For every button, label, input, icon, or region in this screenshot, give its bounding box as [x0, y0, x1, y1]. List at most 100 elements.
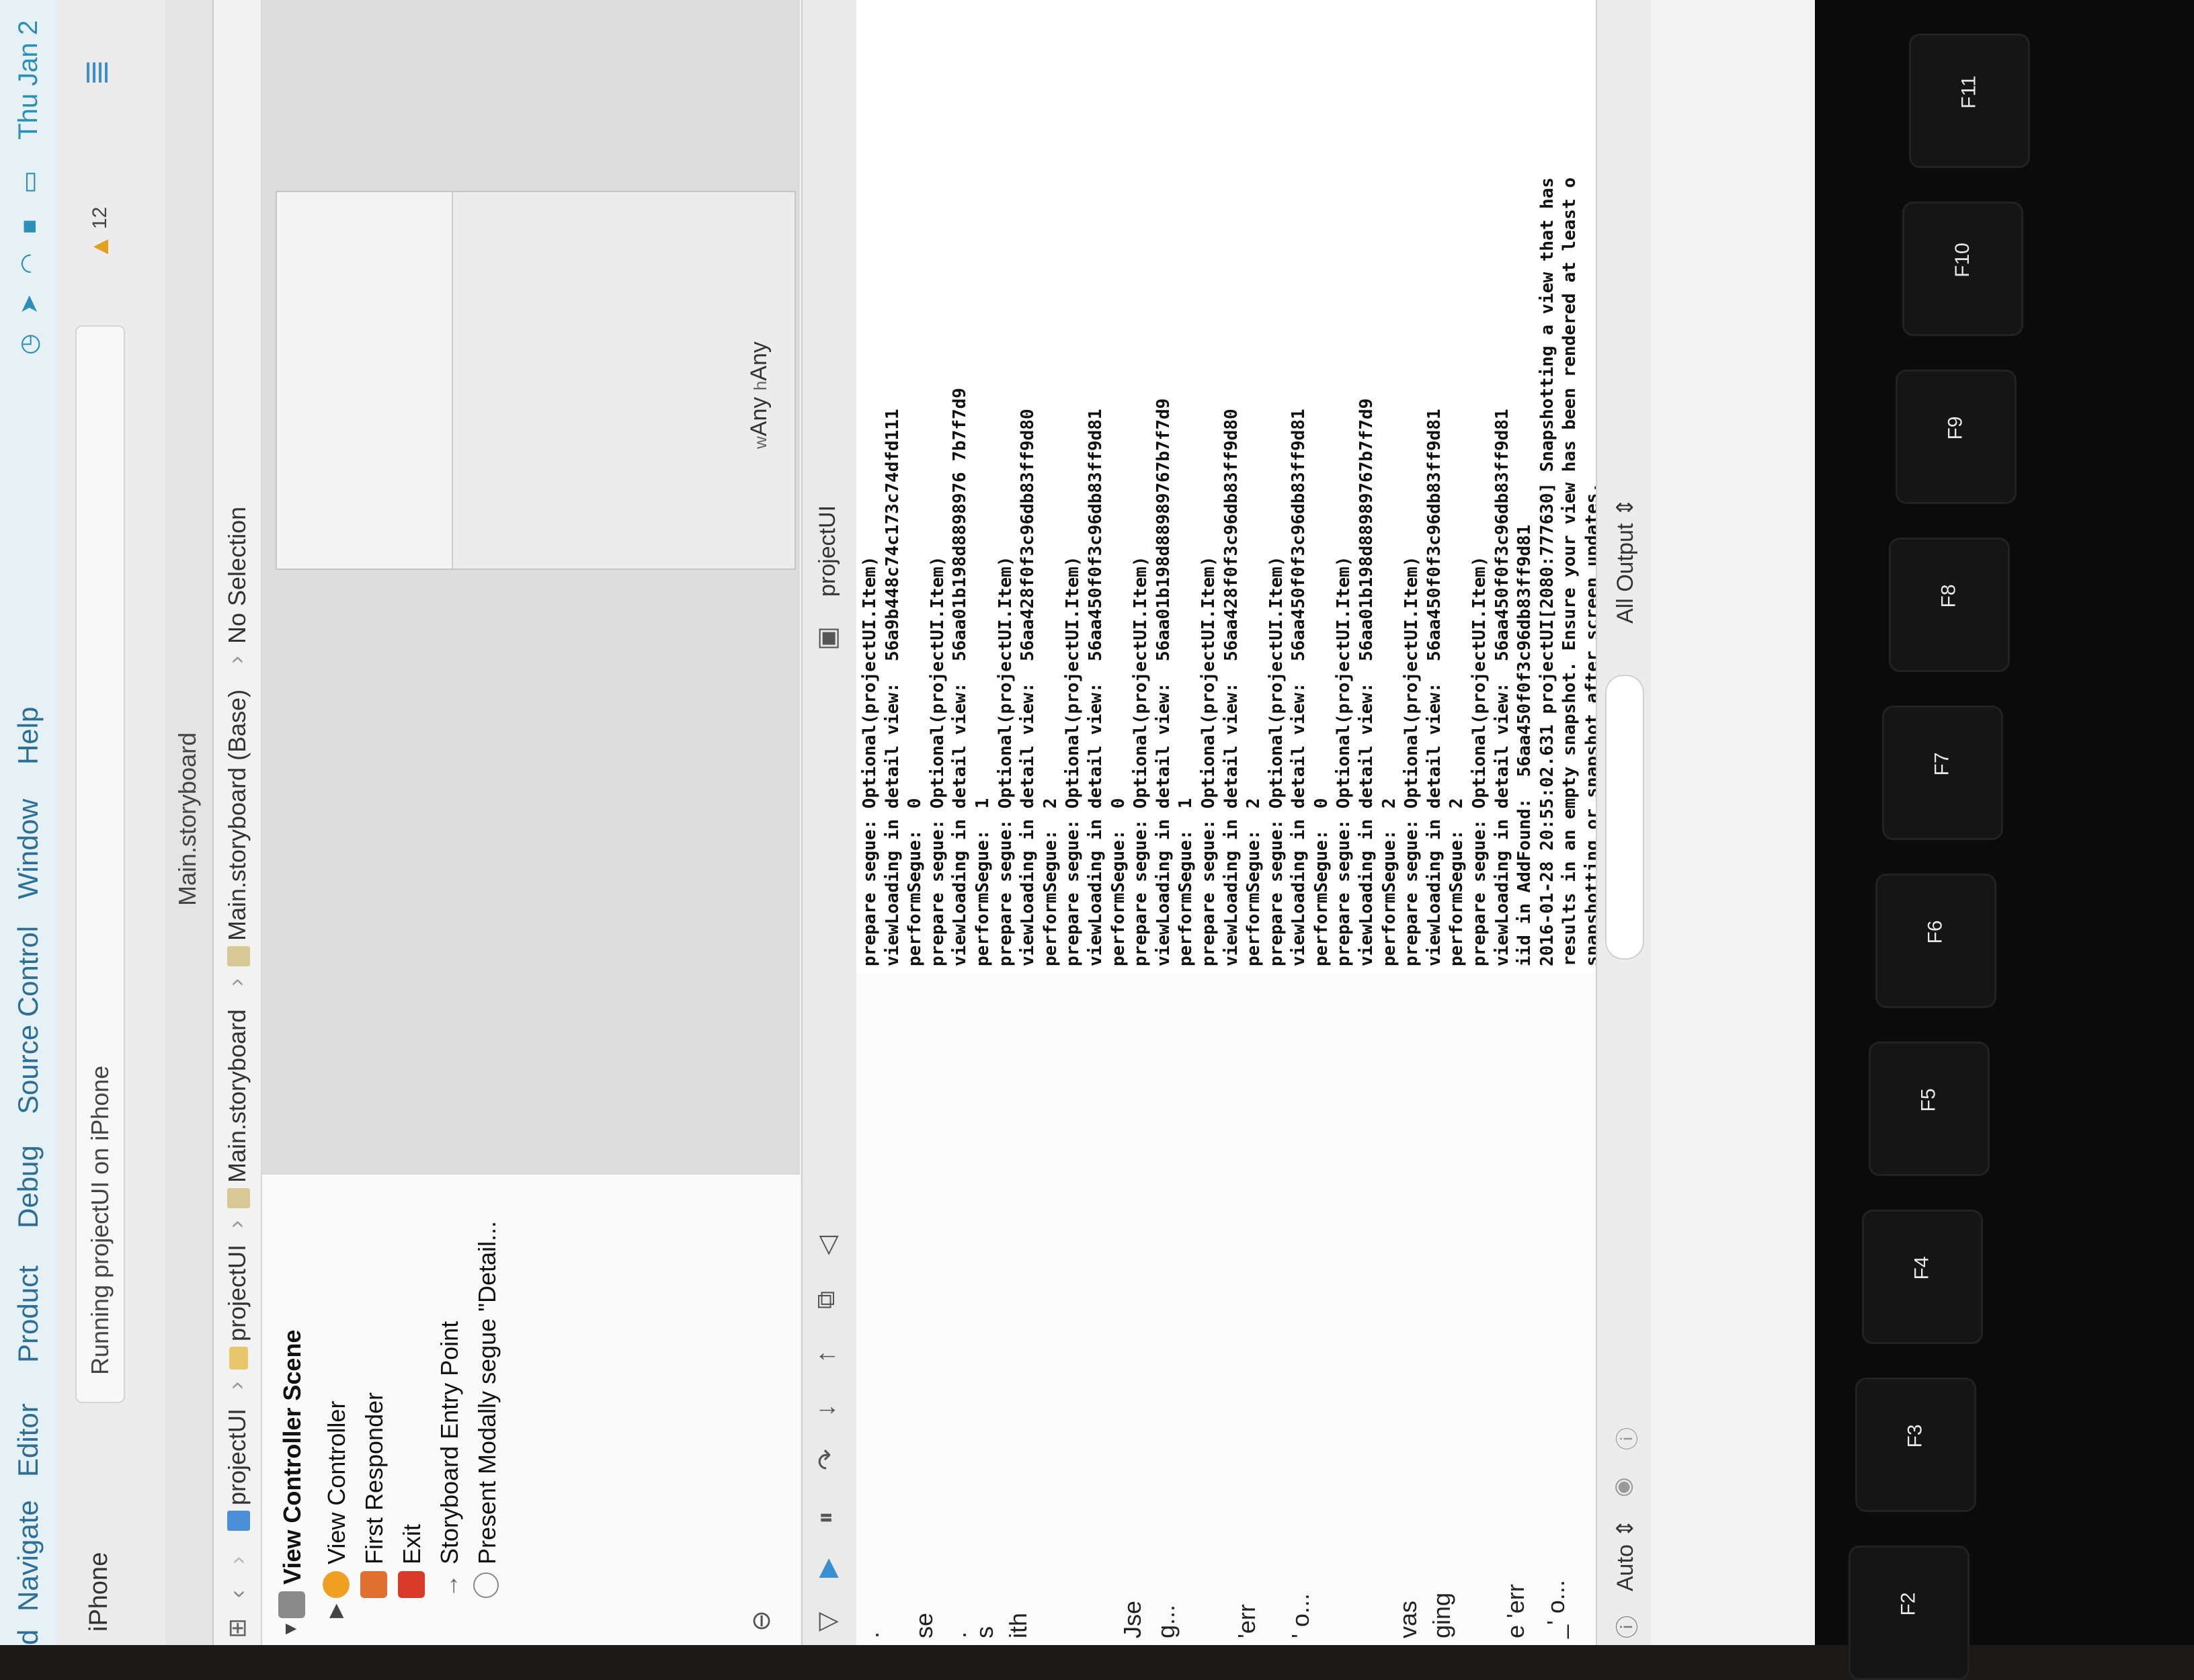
- outline-item-label: View Controller: [323, 1400, 350, 1564]
- menu-window[interactable]: Window: [12, 799, 44, 899]
- console-line: performSegue: 2: [1447, 798, 1467, 966]
- console-line: viewLoading in detail view: 56aa450f0f3c…: [1289, 409, 1309, 966]
- first-responder-icon: [360, 1571, 387, 1598]
- console-line: prepare segue: Optional(projectUI.Item): [927, 556, 948, 966]
- jump-storyboard-base-label: Main.storyboard (Base): [223, 689, 251, 941]
- jump-storyboard-base[interactable]: Main.storyboard (Base): [223, 689, 251, 966]
- key-f5-label: F5: [1917, 1088, 1940, 1112]
- key-f2: F2: [1848, 1546, 1969, 1680]
- arrow-right-icon: →: [436, 1574, 463, 1598]
- outline-item-label: Present Modally segue "Detail...: [473, 1220, 501, 1564]
- menu-editor[interactable]: Editor: [12, 1403, 44, 1477]
- battery-icon[interactable]: ▭: [15, 169, 42, 194]
- volume-icon[interactable]: ■: [15, 210, 42, 234]
- hide-debug-icon[interactable]: ▽: [812, 1612, 842, 1632]
- step-over-icon[interactable]: ↷: [812, 1449, 842, 1470]
- jump-folder[interactable]: projectUI: [223, 1245, 251, 1370]
- size-class-control[interactable]: wAny hAny: [746, 341, 772, 449]
- variable-fragment: s: [971, 1626, 998, 1638]
- view-debugger-icon[interactable]: ⧉: [812, 1291, 841, 1309]
- variables-scope-selector[interactable]: Auto ⇕: [1612, 1519, 1639, 1591]
- console-line: performSegue: 2: [1040, 798, 1061, 966]
- outline-item-exit[interactable]: Exit: [395, 1175, 432, 1645]
- debug-bottom-bar: ⓘ Auto ⇕ ◉ ⓘ All Output ⇕: [1596, 0, 1651, 1645]
- print-description-icon[interactable]: ⓘ: [1609, 1427, 1642, 1450]
- warning-count[interactable]: 12: [89, 207, 112, 229]
- menu-debug[interactable]: Debug: [12, 1145, 44, 1228]
- output-selector[interactable]: All Output ⇕: [1612, 498, 1639, 624]
- variable-fragment: ith: [1004, 1612, 1032, 1638]
- step-in-icon[interactable]: ↓: [812, 1404, 841, 1417]
- debug-app-name[interactable]: projectUI: [815, 505, 841, 597]
- outline-item-label: Exit: [398, 1523, 425, 1564]
- filter-icon[interactable]: ⊖: [746, 1610, 776, 1632]
- jump-storyboard-label: Main.storyboard: [223, 1009, 251, 1183]
- menu-clock[interactable]: Thu Jan 2: [13, 20, 44, 140]
- disclosure-down-icon[interactable]: ▼: [280, 1620, 301, 1638]
- wifi-icon[interactable]: ◠: [15, 250, 42, 274]
- pause-icon[interactable]: ⏸: [812, 1511, 841, 1524]
- variable-fragment: ging: [1428, 1592, 1455, 1638]
- menu-navigate[interactable]: Navigate: [12, 1500, 44, 1611]
- forward-icon[interactable]: ›: [223, 1556, 251, 1564]
- menu-product[interactable]: Product: [12, 1265, 44, 1363]
- key-f7-label: F7: [1931, 752, 1953, 776]
- location-sim-icon[interactable]: ◁: [812, 1236, 842, 1255]
- jump-project[interactable]: projectUI: [223, 1409, 251, 1531]
- folder-icon: [229, 1347, 249, 1370]
- storyboard-canvas[interactable]: wAny hAny: [262, 0, 800, 1175]
- key-f8-label: F8: [1937, 584, 1960, 608]
- menu-source-control[interactable]: Source Control: [12, 926, 44, 1114]
- outline-item-entry-point[interactable]: → Storyboard Entry Point: [433, 1175, 469, 1645]
- sync-icon[interactable]: ◷: [15, 331, 42, 355]
- key-f7: F7: [1882, 706, 2003, 840]
- outline-scene-label: View Controller Scene: [278, 1329, 306, 1585]
- console-line: viewLoading in detail view: 56aa01b198d8…: [1356, 398, 1377, 966]
- document-outline: ▼ View Controller Scene ▶ View Controlle…: [262, 1173, 800, 1645]
- outline-item-label: First Responder: [360, 1392, 388, 1564]
- jump-selection[interactable]: No Selection: [223, 507, 251, 644]
- step-out-icon[interactable]: ↑: [812, 1350, 841, 1363]
- outline-item-view-controller[interactable]: ▶ View Controller: [320, 1175, 356, 1645]
- console-line: prepare segue: Optional(projectUI.Item): [1401, 556, 1422, 966]
- outline-scene-row[interactable]: ▼ View Controller Scene: [276, 1175, 312, 1645]
- info-icon[interactable]: ⓘ: [1609, 1615, 1642, 1638]
- key-f4-label: F4: [1910, 1256, 1933, 1280]
- outline-item-first-responder[interactable]: First Responder: [358, 1175, 394, 1645]
- console-line: viewLoading in detail view: 56aa450f0f3c…: [1424, 409, 1445, 966]
- jump-storyboard[interactable]: Main.storyboard: [223, 1009, 251, 1208]
- console-line: performSegue: 2: [1379, 798, 1399, 966]
- breakpoints-icon[interactable]: ▶: [812, 1558, 842, 1578]
- console-filter-field[interactable]: [1605, 675, 1644, 960]
- editor-lines-icon[interactable]: ≣: [78, 48, 115, 86]
- disclosure-right-icon[interactable]: ▶: [324, 1603, 346, 1618]
- back-icon[interactable]: ‹: [223, 1590, 251, 1598]
- key-f11: F11: [1909, 34, 2030, 168]
- app-icon: ▣: [813, 626, 842, 650]
- variables-view[interactable]: . se . s ith Jse g... 'err ' o... vas gi…: [856, 972, 1596, 1645]
- outline-item-segue[interactable]: Present Modally segue "Detail...: [471, 1175, 507, 1645]
- console-line: 2016-01-28 20:55:02.631 projectUI[2080:7…: [1537, 177, 1557, 966]
- exit-icon: [398, 1571, 425, 1598]
- tab-main-storyboard[interactable]: Main.storyboard: [173, 732, 202, 906]
- screen-area: d Navigate Editor Product Debug Source C…: [0, 0, 1815, 1645]
- jump-separator: ›: [222, 1220, 249, 1228]
- warning-icon[interactable]: ▲: [86, 234, 115, 259]
- quicklook-icon[interactable]: ◉: [1609, 1477, 1636, 1497]
- variable-fragment: e 'err: [1502, 1584, 1529, 1638]
- jump-separator: ›: [222, 656, 249, 664]
- view-controller-frame[interactable]: [276, 191, 796, 570]
- location-icon[interactable]: ➤: [15, 290, 42, 314]
- menu-partial[interactable]: d: [12, 1630, 44, 1645]
- activity-status: Running projectUI on iPhone: [86, 1065, 114, 1375]
- console-output[interactable]: prepare segue: Optional(projectUI.Item) v…: [856, 0, 1596, 973]
- tab-bar: Main.storyboard: [165, 0, 214, 1645]
- console-line: prepare segue: Optional(projectUI.Item): [1063, 556, 1084, 966]
- menu-help[interactable]: Help: [12, 707, 44, 765]
- console-line: viewLoading in detail view: 56aa01b198d8…: [1153, 398, 1174, 966]
- device-selector[interactable]: iPhone: [85, 1552, 114, 1632]
- key-f9-label: F9: [1944, 416, 1967, 440]
- keyboard: F2 F3 F4 F5 F6 F7 F8 F9 F10 F11: [1808, 0, 2194, 1680]
- console-line: viewLoading in detail view: 56aa428f0f3c…: [1018, 409, 1039, 966]
- related-items-icon[interactable]: ⊞: [223, 1618, 251, 1638]
